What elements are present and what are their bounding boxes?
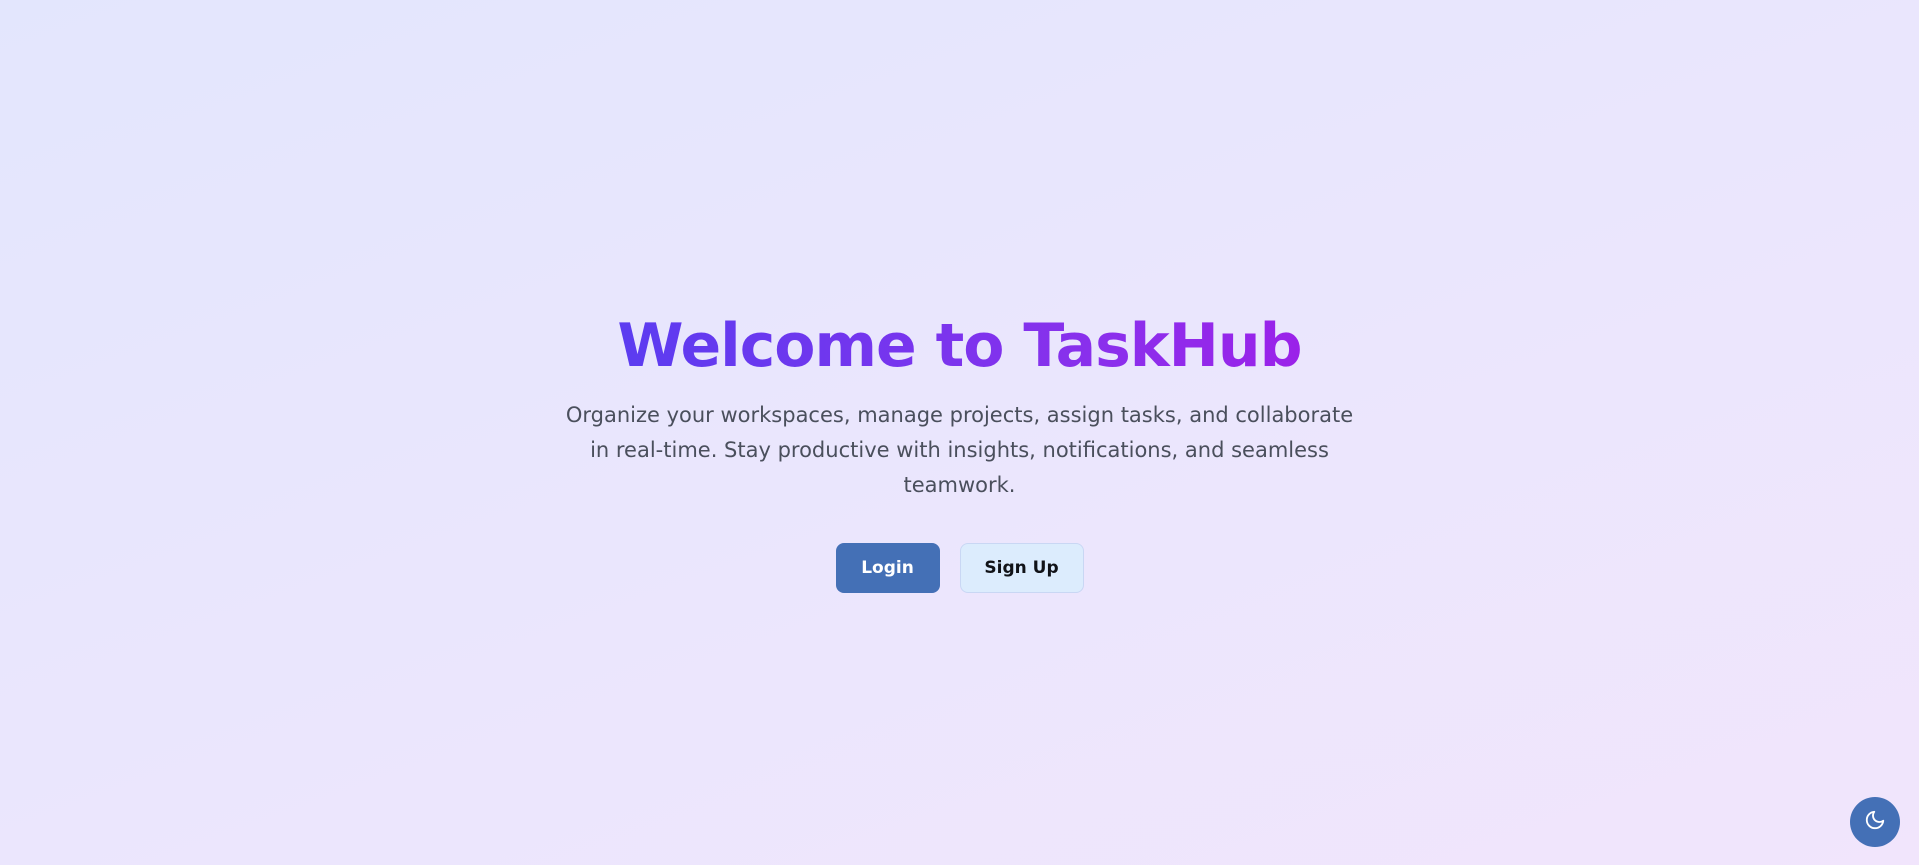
login-button[interactable]: Login <box>835 543 940 593</box>
moon-icon <box>1864 809 1886 835</box>
auth-actions: Login Sign Up <box>835 543 1084 593</box>
hero-section: Welcome to TaskHub Organize your workspa… <box>0 314 1919 593</box>
hero-subtitle: Organize your workspaces, manage project… <box>565 403 1354 497</box>
page-title: Welcome to TaskHub <box>617 311 1302 381</box>
theme-toggle-button[interactable] <box>1850 797 1900 847</box>
sign-up-button[interactable]: Sign Up <box>959 543 1084 593</box>
